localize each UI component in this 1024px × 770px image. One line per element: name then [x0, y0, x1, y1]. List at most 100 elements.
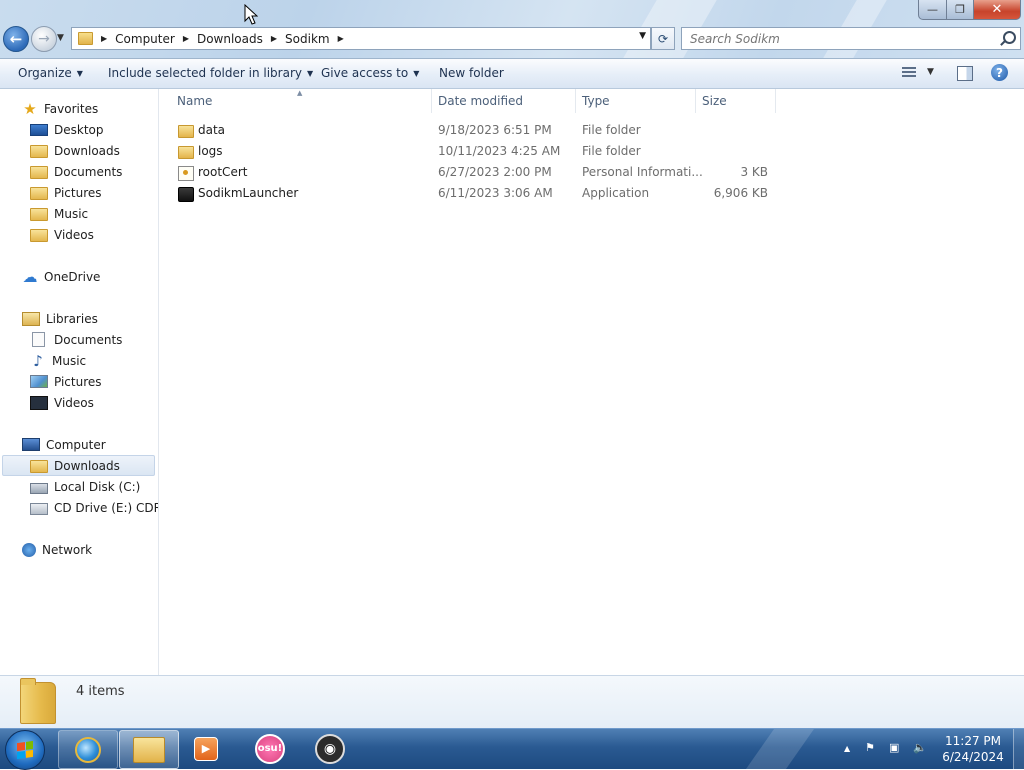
nav-library-pictures[interactable]: Pictures — [30, 371, 102, 392]
preview-pane-icon[interactable] — [957, 66, 973, 81]
nav-cd-drive[interactable]: CD Drive (E:) CDROM — [30, 497, 158, 518]
restore-button[interactable]: ❐ — [946, 0, 974, 20]
nav-onedrive[interactable]: ☁ OneDrive — [22, 266, 101, 287]
windows-explorer-icon — [133, 736, 165, 763]
file-type: Personal Informati... — [582, 165, 703, 179]
file-name: data — [198, 123, 226, 137]
minimize-button[interactable]: — — [918, 0, 947, 20]
restore-icon: ❐ — [955, 3, 965, 16]
address-history-dropdown[interactable]: ▼ — [639, 31, 646, 41]
column-header-date-modified[interactable]: Date modified — [432, 89, 576, 113]
change-view-icon[interactable] — [902, 67, 916, 79]
taskbar-obs[interactable]: ◉ — [301, 730, 359, 767]
chevron-right-icon[interactable]: ▶ — [271, 34, 277, 43]
close-button[interactable]: ✕ — [973, 0, 1021, 20]
show-hidden-icons-button[interactable]: ▲ — [844, 744, 850, 753]
nav-library-documents[interactable]: Documents — [30, 329, 122, 350]
give-access-menu[interactable]: Give access to ▼ — [321, 66, 419, 80]
search-input[interactable] — [688, 30, 992, 47]
back-button[interactable]: ← — [3, 26, 29, 52]
include-in-library-menu[interactable]: Include selected folder in library ▼ — [108, 66, 313, 80]
file-row-logs[interactable]: logs 10/11/2023 4:25 AM File folder — [159, 141, 779, 162]
nav-item-desktop[interactable]: Desktop — [30, 119, 104, 140]
new-folder-button[interactable]: New folder — [439, 66, 504, 80]
taskbar-osu[interactable]: osu! — [241, 730, 299, 767]
nav-libraries[interactable]: Libraries — [22, 308, 98, 329]
details-pane: 4 items — [0, 675, 1024, 729]
internet-explorer-icon — [75, 736, 101, 763]
folder-icon — [178, 146, 194, 159]
organize-menu[interactable]: Organize ▼ — [18, 66, 83, 80]
system-clock[interactable]: 11:27 PM 6/24/2024 — [938, 733, 1008, 765]
taskbar-media-player[interactable]: ▶ — [177, 730, 235, 767]
nav-network[interactable]: Network — [22, 539, 92, 560]
star-icon: ★ — [23, 99, 37, 118]
refresh-button[interactable]: ⟳ — [651, 27, 675, 50]
file-type: File folder — [582, 144, 641, 158]
volume-muted-icon[interactable]: 🔈 — [913, 741, 927, 754]
breadcrumb-sodikm[interactable]: Sodikm ▶ — [285, 32, 350, 46]
downloads-folder-icon — [30, 460, 48, 473]
recent-pages-dropdown[interactable]: ▼ — [57, 33, 64, 43]
videos-folder-icon — [30, 229, 48, 242]
refresh-icon: ⟳ — [657, 31, 669, 46]
column-header-size[interactable]: Size — [696, 89, 776, 113]
file-date: 9/18/2023 6:51 PM — [438, 123, 552, 137]
file-name: logs — [198, 144, 223, 158]
forward-button[interactable]: → — [31, 26, 57, 52]
action-center-flag-icon[interactable]: ⚑ — [865, 741, 875, 754]
nav-favorites[interactable]: ★ Favorites — [22, 98, 98, 119]
file-row-data[interactable]: data 9/18/2023 6:51 PM File folder — [159, 120, 779, 141]
clock-date: 6/24/2024 — [942, 750, 1004, 764]
search-box[interactable] — [681, 27, 1021, 50]
chevron-right-icon[interactable]: ▶ — [183, 34, 189, 43]
item-count: 4 items — [76, 684, 125, 699]
downloads-folder-icon — [30, 145, 48, 158]
breadcrumb-downloads[interactable]: Downloads ▶ — [197, 32, 283, 46]
pictures-library-icon — [30, 375, 48, 388]
file-type: File folder — [582, 123, 641, 137]
nav-library-videos[interactable]: Videos — [30, 392, 94, 413]
chevron-down-icon: ▼ — [76, 69, 83, 78]
taskbar: ▶ osu! ◉ ▲ ⚑ ▣ 🔈 11:27 PM 6/24/2024 — [0, 728, 1024, 770]
nav-library-music[interactable]: ♪ Music — [30, 350, 86, 371]
nav-item-pictures[interactable]: Pictures — [30, 182, 102, 203]
address-bar[interactable]: ▶ Computer ▶ Downloads ▶ Sodikm ▶ ▼ — [71, 27, 651, 50]
application-icon — [178, 187, 194, 202]
taskbar-internet-explorer[interactable] — [58, 730, 118, 769]
nav-computer-downloads[interactable]: Downloads — [2, 455, 155, 476]
network-icon — [22, 542, 36, 557]
nav-item-documents[interactable]: Documents — [30, 161, 122, 182]
taskbar-windows-explorer[interactable] — [119, 730, 179, 769]
file-list[interactable]: Name ▲ Date modified Type Size data 9/18… — [159, 89, 1024, 675]
file-row-sodikmlauncher[interactable]: SodikmLauncher 6/11/2023 3:06 AM Applica… — [159, 183, 779, 204]
start-button[interactable] — [5, 730, 45, 770]
search-icon[interactable] — [1003, 31, 1016, 44]
nav-item-downloads[interactable]: Downloads — [30, 140, 120, 161]
file-row-rootcert[interactable]: rootCert 6/27/2023 2:00 PM Personal Info… — [159, 162, 779, 183]
documents-library-icon — [32, 332, 45, 347]
column-header-type[interactable]: Type — [576, 89, 696, 113]
mouse-cursor-icon — [244, 4, 258, 25]
file-name: SodikmLauncher — [198, 186, 299, 200]
chevron-right-icon[interactable]: ▶ — [101, 34, 107, 43]
breadcrumb-computer[interactable]: Computer ▶ — [115, 32, 195, 46]
desktop-icon — [30, 123, 48, 136]
nav-item-videos[interactable]: Videos — [30, 224, 94, 245]
file-date: 6/11/2023 3:06 AM — [438, 186, 553, 200]
show-desktop-button[interactable] — [1013, 729, 1024, 769]
libraries-icon — [22, 311, 40, 326]
network-tray-icon[interactable]: ▣ — [889, 741, 899, 754]
nav-computer[interactable]: Computer — [22, 434, 106, 455]
sort-ascending-icon: ▲ — [297, 89, 303, 97]
view-options-dropdown[interactable]: ▼ — [927, 67, 934, 77]
nav-item-music[interactable]: Music — [30, 203, 88, 224]
file-size: 3 KB — [740, 165, 768, 179]
nav-local-disk[interactable]: Local Disk (C:) — [30, 476, 140, 497]
close-icon: ✕ — [991, 2, 1003, 17]
breadcrumb-root[interactable]: ▶ — [99, 34, 113, 43]
help-icon[interactable]: ? — [991, 64, 1008, 81]
minimize-icon: — — [927, 3, 938, 16]
chevron-right-icon[interactable]: ▶ — [338, 34, 344, 43]
computer-icon — [22, 438, 40, 451]
